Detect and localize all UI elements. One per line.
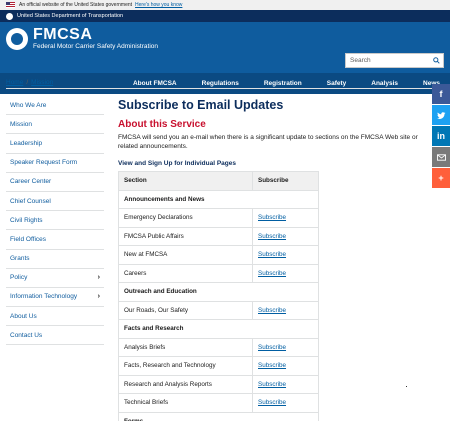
breadcrumb-home[interactable]: Home bbox=[6, 79, 23, 86]
divider bbox=[6, 88, 444, 89]
sidebar-item[interactable]: Career Center bbox=[6, 173, 104, 192]
row-label: Technical Briefs bbox=[118, 393, 253, 413]
sidebar-item[interactable]: Chief Counsel bbox=[6, 192, 104, 212]
section-label: Forms bbox=[118, 411, 319, 421]
breadcrumb: Home / Mission bbox=[6, 79, 54, 86]
table-section-row: Outreach and Education bbox=[118, 282, 319, 302]
search-placeholder: Search bbox=[350, 57, 371, 64]
table-row: Research and Analysis Reports Subscribe bbox=[118, 374, 319, 394]
brand-name: FMCSA bbox=[33, 26, 93, 43]
search-input[interactable]: Search bbox=[345, 53, 444, 68]
table-row: Analysis Briefs Subscribe bbox=[118, 337, 319, 357]
facebook-icon[interactable]: f bbox=[432, 84, 450, 104]
table-row: Our Roads, Our Safety Subscribe bbox=[118, 300, 319, 320]
section-label: Announcements and News bbox=[118, 189, 319, 209]
subscribe-link[interactable]: Subscribe bbox=[258, 381, 286, 388]
subscribe-link[interactable]: Subscribe bbox=[258, 344, 286, 351]
dot-strip-text[interactable]: United States Department of Transportati… bbox=[17, 13, 123, 19]
sidebar-item[interactable]: About Us bbox=[6, 307, 104, 327]
sidebar-item[interactable]: Contact Us bbox=[6, 326, 104, 346]
row-label: Our Roads, Our Safety bbox=[118, 300, 253, 320]
main-nav: About FMCSA Regulations Registration Saf… bbox=[0, 73, 450, 94]
subscribe-link[interactable]: Subscribe bbox=[258, 270, 286, 277]
sidebar-item[interactable]: Grants bbox=[6, 250, 104, 269]
nav-registration[interactable]: Registration bbox=[264, 80, 302, 87]
row-label: FMCSA Public Affairs bbox=[118, 226, 253, 246]
subscription-table: Section Subscribe Announcements and News… bbox=[118, 171, 319, 421]
column-header-subscribe: Subscribe bbox=[252, 171, 319, 191]
main-content: Subscribe to Email Updates About this Se… bbox=[118, 96, 430, 421]
section-label: Facts and Research bbox=[118, 319, 319, 339]
table-row: New at FMCSA Subscribe bbox=[118, 245, 319, 265]
subscribe-link[interactable]: Subscribe bbox=[258, 214, 286, 221]
row-label: Careers bbox=[118, 263, 253, 283]
row-label: Research and Analysis Reports bbox=[118, 374, 253, 394]
section-label: Outreach and Education bbox=[118, 282, 319, 302]
sidebar-item-policy[interactable]: Policy › bbox=[6, 269, 104, 288]
sidebar-item[interactable]: Mission bbox=[6, 115, 104, 135]
brand-logo-link[interactable]: FMCSA Federal Motor Carrier Safety Admin… bbox=[6, 27, 158, 51]
list-heading: View and Sign Up for Individual Pages bbox=[118, 160, 236, 167]
row-label: Emergency Declarations bbox=[118, 208, 253, 228]
sidebar-item[interactable]: Civil Rights bbox=[6, 211, 104, 231]
about-title: About this Service bbox=[118, 119, 206, 130]
subscribe-link[interactable]: Subscribe bbox=[258, 251, 286, 258]
gov-banner-text: An official website of the United States… bbox=[19, 2, 133, 8]
sidebar-item-information-technology[interactable]: Information Technology › bbox=[6, 288, 104, 308]
table-section-row: Announcements and News bbox=[118, 189, 319, 209]
gov-banner: An official website of the United States… bbox=[0, 0, 450, 10]
row-label: Analysis Briefs bbox=[118, 337, 253, 357]
heres-how-you-know-link[interactable]: Here's how you know bbox=[135, 2, 182, 8]
dot-strip: United States Department of Transportati… bbox=[0, 10, 450, 22]
table-row: Emergency Declarations Subscribe bbox=[118, 208, 319, 228]
linkedin-icon[interactable]: in bbox=[432, 126, 450, 146]
brand-subtitle: Federal Motor Carrier Safety Administrat… bbox=[33, 43, 158, 50]
breadcrumb-mission[interactable]: Mission bbox=[31, 79, 53, 86]
sidebar-item[interactable]: Leadership bbox=[6, 134, 104, 154]
site-header: FMCSA Federal Motor Carrier Safety Admin… bbox=[0, 22, 450, 73]
table-row: FMCSA Public Affairs Subscribe bbox=[118, 226, 319, 246]
subscribe-link[interactable]: Subscribe bbox=[258, 362, 286, 369]
email-icon[interactable] bbox=[432, 147, 450, 167]
row-label: Facts, Research and Technology bbox=[118, 356, 253, 376]
us-flag-icon bbox=[6, 2, 15, 8]
sidebar-nav: Who We Are Mission Leadership Speaker Re… bbox=[6, 96, 104, 346]
dot-logo-icon bbox=[6, 12, 13, 20]
table-section-row: Facts and Research bbox=[118, 319, 319, 339]
about-text: FMCSA will send you an e-mail when there… bbox=[118, 134, 418, 150]
subscribe-link[interactable]: Subscribe bbox=[258, 399, 286, 406]
table-row: Careers Subscribe bbox=[118, 263, 319, 283]
subscribe-link[interactable]: Subscribe bbox=[258, 307, 286, 314]
plus-icon[interactable]: + bbox=[432, 168, 450, 188]
sidebar-item[interactable]: Field Offices bbox=[6, 230, 104, 250]
fmcsa-logo-icon bbox=[6, 28, 28, 50]
nav-about-fmcsa[interactable]: About FMCSA bbox=[133, 80, 177, 87]
page-title: Subscribe to Email Updates bbox=[118, 98, 284, 112]
column-header-section: Section bbox=[118, 171, 253, 191]
nav-safety[interactable]: Safety bbox=[327, 80, 347, 87]
table-section-row: Forms bbox=[118, 411, 319, 421]
sidebar-item[interactable]: Speaker Request Form bbox=[6, 154, 104, 173]
search-icon[interactable] bbox=[429, 54, 443, 67]
table-row: Facts, Research and Technology Subscribe bbox=[118, 356, 319, 376]
chevron-right-icon[interactable]: › bbox=[98, 293, 100, 300]
nav-regulations[interactable]: Regulations bbox=[202, 80, 239, 87]
row-label: New at FMCSA bbox=[118, 245, 253, 265]
table-row: Technical Briefs Subscribe bbox=[118, 393, 319, 413]
social-share-bar: f in + bbox=[432, 84, 450, 189]
twitter-icon[interactable] bbox=[432, 105, 450, 125]
subscribe-link[interactable]: Subscribe bbox=[258, 233, 286, 240]
nav-analysis[interactable]: Analysis bbox=[371, 80, 398, 87]
chevron-right-icon[interactable]: › bbox=[98, 274, 100, 281]
sidebar-item[interactable]: Who We Are bbox=[6, 96, 104, 116]
decorative-dot bbox=[406, 386, 407, 387]
